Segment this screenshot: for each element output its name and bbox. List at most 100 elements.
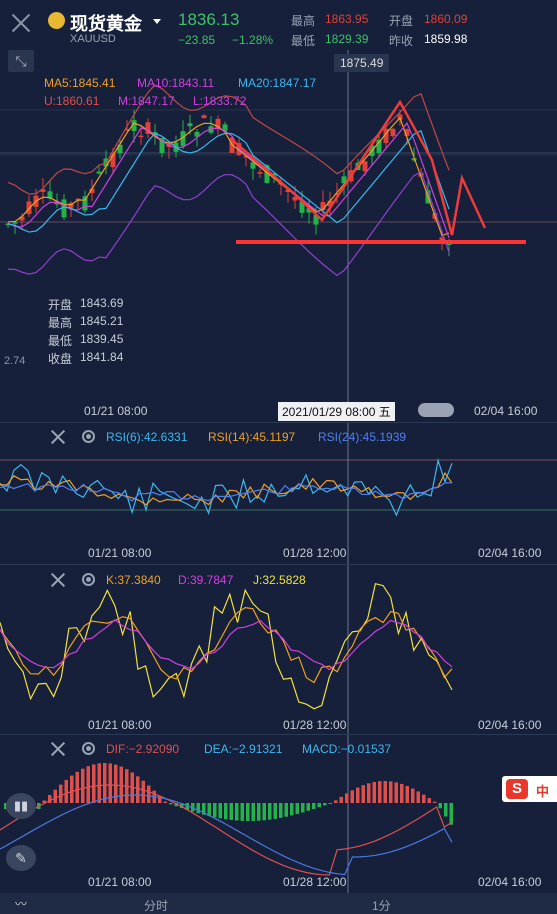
macd-histogram-bar [405, 786, 409, 803]
tab-intraday[interactable]: 分时 [144, 897, 168, 914]
candle-body [201, 115, 207, 119]
kdj-panel[interactable]: K:37.3840 D:39.7847 J:32.5828 01/21 08:0… [0, 564, 557, 735]
ime-floating-badge[interactable]: S 中 [502, 776, 557, 802]
macd-histogram-bar [147, 785, 151, 803]
dropdown-caret-icon[interactable] [153, 19, 161, 24]
symbol-code: XAUUSD [70, 33, 116, 45]
macd-histogram-bar [350, 790, 354, 803]
macd-histogram-bar [438, 803, 442, 809]
macd-histogram-bar [449, 803, 453, 825]
macd-settings-icon[interactable] [82, 742, 95, 755]
macd-histogram-bar [312, 803, 316, 810]
macd-histogram-bar [92, 764, 96, 803]
sohu-ime-logo-icon: S [506, 779, 528, 799]
ime-mode-label: 中 [536, 784, 550, 799]
main-chart[interactable]: ⤡ MA5:1845.41 MA10:1843.11 MA20:1847.17 … [0, 50, 557, 422]
candle-body [187, 123, 193, 127]
ohlc-low-value: 1839.45 [80, 332, 124, 346]
kdj-chart-area[interactable] [0, 565, 557, 735]
close-kdj-icon[interactable] [51, 573, 65, 587]
tab-1min[interactable]: 1分 [372, 897, 391, 914]
rsi-settings-icon[interactable] [82, 430, 95, 443]
macd-histogram-bar [86, 766, 90, 803]
rsi6-label: RSI(6):42.6331 [106, 430, 188, 444]
rsi-x-tick-1: 01/21 08:00 [88, 546, 152, 560]
peak-price-tooltip: 1875.49 [334, 54, 390, 72]
high-label: 最高 [291, 14, 316, 28]
ma5-label: MA5:1845.41 [44, 76, 116, 90]
macd-histogram-bar [229, 803, 233, 820]
candle-body [96, 171, 102, 174]
ma20-label: MA20:1847.17 [238, 76, 317, 90]
macd-histogram-bar [389, 781, 393, 803]
macd-histogram-bar [224, 803, 228, 820]
macd-histogram-bar [251, 803, 255, 821]
macd-histogram-bar [433, 801, 437, 803]
rsi-panel[interactable]: RSI(6):42.6331 RSI(14):45.1197 RSI(24):4… [0, 422, 557, 565]
candle-body [362, 161, 368, 172]
close-icon[interactable] [10, 12, 32, 34]
macd-histogram-bar [444, 803, 448, 817]
kdj-x-tick-1: 01/21 08:00 [88, 718, 152, 732]
kdj-x-tick-3: 02/04 16:00 [478, 718, 542, 732]
macd-x-tick-3: 02/04 16:00 [478, 875, 542, 889]
macd-histogram-bar [273, 803, 277, 819]
macd-histogram-bar [53, 789, 57, 803]
macd-x-tick-1: 01/21 08:00 [88, 875, 152, 889]
rsi-chart-area[interactable] [0, 423, 557, 565]
x-tick-1: 01/21 08:00 [84, 404, 148, 418]
ma10-line [7, 122, 450, 239]
left-price-tag: 2.74 [4, 355, 26, 367]
macd-histogram-bar [70, 775, 74, 803]
macd-histogram-bar [257, 803, 261, 821]
macd-histogram-bar [169, 803, 173, 805]
rsi-x-tick-3: 02/04 16:00 [478, 546, 542, 560]
quote-header: 现货黄金 XAUUSD 1836.13 −23.85 −1.28% 最高 186… [0, 0, 557, 50]
ohlc-close-value: 1841.84 [80, 350, 124, 364]
kdj-k-label: K:37.3840 [106, 573, 161, 587]
low-label: 最低 [291, 34, 316, 48]
macd-histogram-bar [284, 803, 288, 817]
trend-icon[interactable]: 〰 [6, 895, 36, 912]
low-value: 1829.39 [325, 32, 369, 46]
close-macd-icon[interactable] [51, 742, 65, 756]
macd-histogram-bar [163, 801, 167, 803]
kdj-j-line [0, 582, 453, 710]
candle-body [257, 172, 263, 174]
boll-mid-label: M:1847.17 [118, 94, 175, 108]
candle-body [390, 128, 396, 137]
macd-chart-area[interactable] [0, 735, 557, 894]
expand-icon[interactable]: ⤡ [8, 50, 34, 72]
macd-histogram-bar [290, 803, 294, 816]
candle-body [138, 135, 144, 138]
macd-dif-label: DIF:−2.92090 [106, 742, 180, 756]
ohlc-low-label: 最低 [48, 334, 73, 348]
candle-body [82, 196, 88, 211]
macd-histogram-bar [103, 763, 107, 803]
macd-histogram-bar [323, 803, 327, 806]
close-rsi-icon[interactable] [51, 430, 65, 444]
price-change: −23.85 [178, 33, 216, 47]
macd-histogram-bar [64, 779, 68, 803]
macd-histogram-bar [295, 803, 299, 814]
ma10-label: MA10:1843.11 [137, 76, 215, 90]
macd-panel[interactable]: DIF:−2.92090 DEA:−2.91321 MACD:−0.01537 … [0, 734, 557, 894]
open-value: 1860.09 [424, 12, 468, 26]
macd-histogram-bar [81, 768, 85, 803]
macd-histogram-bar [378, 781, 382, 803]
macd-histogram-bar [422, 794, 426, 803]
macd-histogram-bar [411, 788, 415, 803]
draw-pen-icon[interactable]: ✎ [6, 845, 36, 871]
macd-histogram-bar [196, 803, 200, 814]
rsi24-line [0, 482, 453, 502]
scroll-handle-icon[interactable] [418, 403, 454, 417]
kdj-settings-icon[interactable] [82, 573, 95, 586]
macd-histogram-bar [136, 776, 140, 803]
prev-close-value: 1859.98 [424, 32, 468, 46]
macd-histogram-bar [262, 803, 266, 821]
macd-histogram-bar [367, 783, 371, 803]
macd-histogram-bar [339, 796, 343, 803]
kdj-d-label: D:39.7847 [178, 573, 234, 587]
bar-chart-icon[interactable]: ▮▮ [6, 793, 36, 819]
boll-lower-label: L:1833.72 [193, 94, 247, 108]
